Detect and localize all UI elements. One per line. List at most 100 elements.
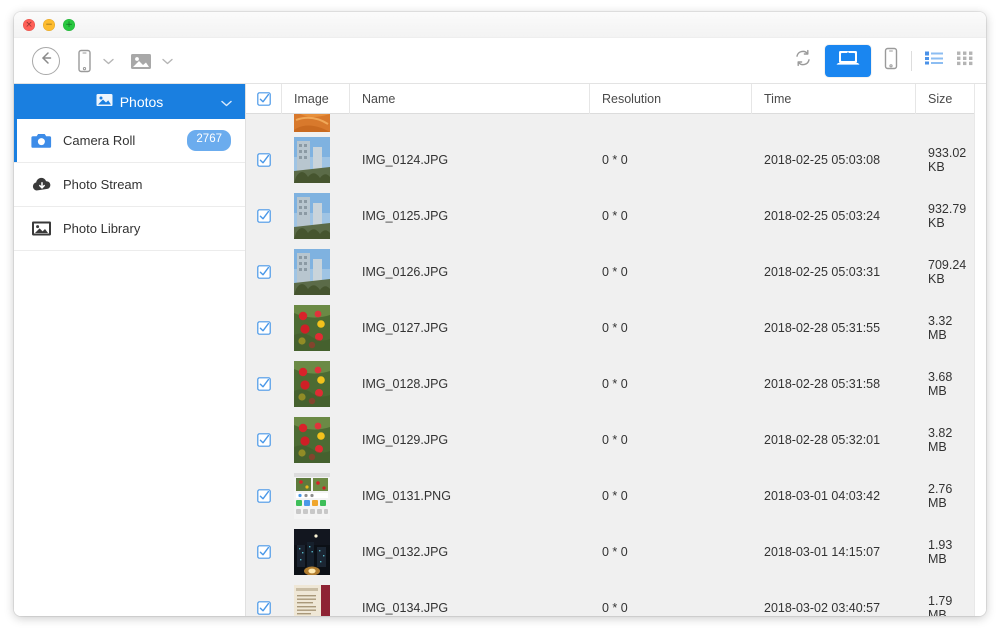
maximize-button[interactable]: + <box>63 18 75 31</box>
table-row[interactable] <box>246 114 974 132</box>
row-checkbox[interactable] <box>246 356 282 412</box>
toolbar-divider <box>911 50 912 71</box>
row-checkbox[interactable] <box>246 114 282 132</box>
phone-icon <box>76 49 93 73</box>
row-checkbox[interactable] <box>246 300 282 356</box>
computer-target-button[interactable] <box>825 44 871 77</box>
row-thumbnail-cell <box>282 412 350 468</box>
device-selector[interactable] <box>76 49 114 73</box>
row-time: 2018-03-01 04:03:42 <box>764 489 881 503</box>
table-row[interactable]: IMG_0127.JPG 0 * 0 2018-02-28 05:31:55 3.32… <box>246 300 974 356</box>
row-checkbox[interactable] <box>246 468 282 524</box>
photo-icon <box>130 52 152 70</box>
row-resolution: 0 * 0 <box>602 489 628 503</box>
file-list-rows[interactable]: IMG_0124.JPG 0 * 0 2018-02-25 05:03:08 933.… <box>246 114 974 616</box>
photo-thumbnail <box>294 529 330 575</box>
refresh-button[interactable] <box>793 48 813 73</box>
row-name: IMG_0131.PNG <box>362 489 451 503</box>
row-size: 3.82 MB <box>928 426 953 454</box>
row-thumbnail-cell <box>282 114 350 132</box>
photo-thumbnail <box>294 114 330 132</box>
photo-icon <box>96 93 113 110</box>
table-row[interactable]: IMG_0125.JPG 0 * 0 2018-02-25 05:03:24 932.… <box>246 188 974 244</box>
row-checkbox[interactable] <box>246 412 282 468</box>
select-all-checkbox[interactable] <box>246 83 282 114</box>
photo-thumbnail <box>294 585 330 616</box>
table-row[interactable]: IMG_0124.JPG 0 * 0 2018-02-25 05:03:08 933.… <box>246 132 974 188</box>
column-header-name[interactable]: Name <box>350 83 590 114</box>
photo-thumbnail <box>294 249 330 295</box>
close-button[interactable]: × <box>23 18 35 31</box>
row-checkbox[interactable] <box>246 188 282 244</box>
sidebar-header-label: Photos <box>119 93 164 110</box>
row-resolution: 0 * 0 <box>602 433 628 447</box>
row-thumbnail-cell <box>282 524 350 580</box>
table-header-row: Image Name Resolution Time Size <box>246 83 974 114</box>
row-name: IMG_0132.JPG <box>362 545 449 559</box>
row-checkbox[interactable] <box>246 524 282 580</box>
checkbox-checked-icon <box>257 321 271 335</box>
minimize-button[interactable]: − <box>43 18 55 31</box>
column-header-size[interactable]: Size <box>916 84 974 114</box>
row-resolution <box>590 114 752 132</box>
row-name: IMG_0125.JPG <box>362 209 449 223</box>
row-size: 3.32 MB <box>928 314 953 342</box>
row-name: IMG_0128.JPG <box>362 377 449 391</box>
sidebar-item-label: Photo Stream <box>63 177 143 192</box>
table-row[interactable]: IMG_0131.PNG 0 * 0 2018-03-01 04:03:42 2.76… <box>246 468 974 524</box>
row-name: IMG_0127.JPG <box>362 321 449 335</box>
table-row[interactable]: IMG_0132.JPG 0 * 0 2018-03-01 14:15:07 1.93… <box>246 524 974 580</box>
sidebar-empty-area <box>14 251 245 616</box>
row-time: 2018-02-25 05:03:31 <box>764 265 881 279</box>
row-name: IMG_0134.JPG <box>362 601 449 615</box>
list-view-button[interactable] <box>924 50 944 71</box>
column-header-image[interactable]: Image <box>282 83 350 114</box>
row-checkbox[interactable] <box>246 132 282 188</box>
row-name: IMG_0126.JPG <box>362 265 449 279</box>
column-header-resolution[interactable]: Resolution <box>590 83 752 114</box>
row-size: 933.02 KB <box>928 146 967 174</box>
cloud-download-icon <box>31 176 57 193</box>
chevron-down-icon <box>221 94 232 110</box>
phone-icon <box>883 47 899 75</box>
checkbox-checked-icon <box>257 209 271 223</box>
sidebar-item-label: Camera Roll <box>63 133 136 148</box>
sidebar-item-camera-roll[interactable]: Camera Roll 2767 <box>14 119 245 163</box>
photo-thumbnail <box>294 417 330 463</box>
table-row[interactable]: IMG_0134.JPG 0 * 0 2018-03-02 03:40:57 1.79… <box>246 580 974 616</box>
table-row[interactable]: IMG_0129.JPG 0 * 0 2018-02-28 05:32:01 3.82… <box>246 412 974 468</box>
table-row[interactable]: IMG_0126.JPG 0 * 0 2018-02-25 05:03:31 709.… <box>246 244 974 300</box>
checkbox-checked-icon <box>257 601 271 615</box>
grid-view-icon <box>956 50 974 71</box>
column-header-time[interactable]: Time <box>752 83 916 114</box>
photo-thumbnail <box>294 305 330 351</box>
back-button[interactable] <box>32 46 60 75</box>
row-size: 2.76 MB <box>928 482 953 510</box>
camera-icon <box>31 132 57 149</box>
row-resolution: 0 * 0 <box>602 377 628 391</box>
sidebar-header-photos[interactable]: Photos <box>14 84 245 119</box>
sidebar-item-photo-library[interactable]: Photo Library <box>14 207 245 251</box>
laptop-icon <box>835 48 861 73</box>
window-body: Photos Camera Roll 2767 Photo Stream Pho… <box>14 83 986 616</box>
back-arrow-icon <box>38 50 54 71</box>
row-time: 2018-02-28 05:31:58 <box>764 377 881 391</box>
vertical-scrollbar[interactable] <box>974 84 986 616</box>
chevron-down-icon <box>162 52 173 70</box>
row-checkbox[interactable] <box>246 244 282 300</box>
sidebar-item-photo-stream[interactable]: Photo Stream <box>14 163 245 207</box>
window-controls: × − + <box>23 18 75 31</box>
file-list-panel: Image Name Resolution Time Size IMG_0124… <box>246 83 974 616</box>
photo-thumbnail <box>294 193 330 239</box>
grid-view-button[interactable] <box>956 50 974 71</box>
photo-library-icon <box>31 220 57 237</box>
row-name: IMG_0124.JPG <box>362 153 449 167</box>
media-type-selector[interactable] <box>130 52 173 70</box>
table-row[interactable]: IMG_0128.JPG 0 * 0 2018-02-28 05:31:58 3.68… <box>246 356 974 412</box>
app-window: × − + Photos Camera Roll 2767 Photo Stre… <box>14 12 986 616</box>
checkbox-checked-icon <box>257 265 271 279</box>
phone-target-button[interactable] <box>883 47 899 75</box>
row-size: 3.68 MB <box>928 370 953 398</box>
row-checkbox[interactable] <box>246 580 282 616</box>
checkbox-checked-icon <box>257 489 271 503</box>
